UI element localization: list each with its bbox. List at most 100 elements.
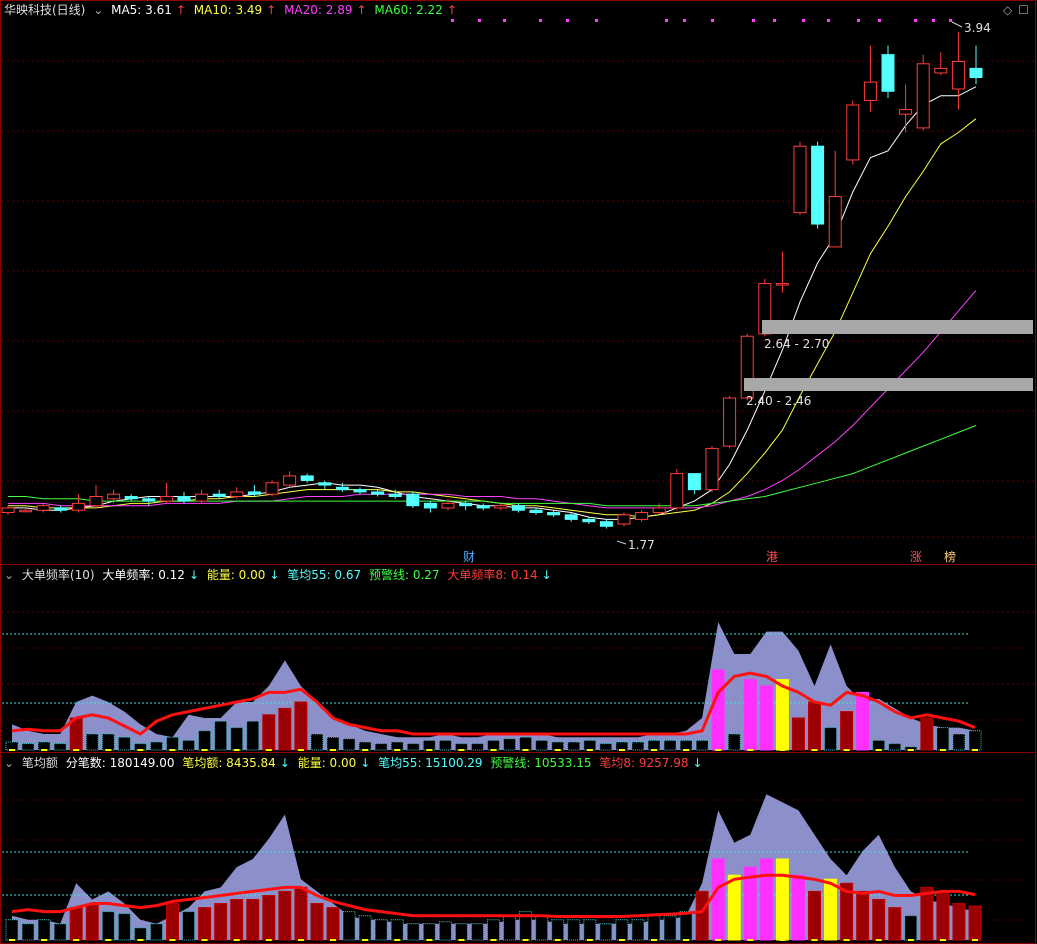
indicator-bar — [406, 743, 420, 751]
indicator-bar — [920, 717, 934, 751]
candle-body — [142, 498, 156, 502]
indicator-bar — [101, 733, 115, 751]
indicator-bar — [101, 911, 115, 941]
price-zone-lower — [744, 378, 1033, 391]
baseline-tick — [811, 939, 818, 941]
ma10-line — [8, 118, 977, 518]
indicator-menu-icon[interactable]: ⌄ — [93, 3, 103, 17]
high-label: 3.94 — [964, 21, 991, 35]
indicator-bar — [759, 685, 773, 751]
indicator-bar — [182, 739, 196, 751]
indicator-bar — [759, 858, 773, 941]
baseline-tick — [201, 939, 208, 941]
indicator-bar — [310, 903, 324, 941]
ma20-value: MA20: 2.89 — [284, 3, 353, 17]
candle-body — [459, 502, 473, 507]
up-arrow-icon: ↑ — [266, 3, 277, 17]
candle-body — [635, 512, 649, 520]
indicator-bar — [551, 919, 565, 941]
indicator1-value-energy: 能量: 0.00 — [206, 568, 266, 582]
stock-title: 华映科技(日线) — [4, 3, 86, 17]
down-arrow-icon: ↓ — [360, 756, 371, 770]
price-zone-lower-label: 2.40 - 2.46 — [746, 394, 811, 408]
baseline-tick — [169, 939, 176, 941]
indicator-bar — [888, 907, 902, 941]
candle-body — [705, 447, 719, 491]
candle-body — [388, 493, 402, 498]
indicator-bar — [615, 919, 629, 941]
indicator-bar — [968, 905, 982, 941]
indicator-bar — [840, 711, 854, 751]
indicator-bar — [856, 691, 870, 751]
candle-body — [335, 486, 349, 491]
indicator-bar — [166, 903, 179, 941]
indicator2-value-avg8: 笔均8: 9257.98 — [599, 756, 689, 770]
indicator-bar — [663, 915, 677, 941]
candle-body — [476, 505, 490, 509]
indicator2-chart — [2, 794, 982, 941]
down-arrow-icon: ↓ — [692, 756, 703, 770]
baseline-tick — [426, 749, 433, 751]
indicator1-menu-icon[interactable]: ⌄ — [4, 568, 14, 582]
indicator-bar — [904, 915, 918, 941]
down-arrow-icon: ↓ — [541, 568, 552, 582]
candle-body — [599, 521, 613, 527]
indicator-bar — [856, 890, 870, 941]
baseline-tick — [490, 939, 497, 941]
indicator-bar — [727, 874, 741, 941]
candle-body — [195, 493, 209, 502]
candle-body — [547, 512, 561, 516]
candle-body — [951, 61, 965, 90]
up-arrow-icon: ↑ — [446, 3, 457, 17]
indicator-bar — [69, 907, 83, 941]
indicator-bar — [149, 923, 163, 941]
baseline-tick — [618, 749, 625, 751]
baseline-tick — [683, 939, 690, 941]
indicator-bar — [615, 741, 629, 751]
candle-body — [916, 63, 930, 129]
indicator-bar — [824, 878, 838, 941]
ma10-value: MA10: 3.49 — [193, 3, 263, 17]
ma60-line — [8, 425, 977, 507]
indicator1-value-freq: 大单频率: 0.12 — [102, 568, 185, 582]
baseline-tick — [41, 939, 48, 941]
indicator-bar — [952, 903, 966, 941]
candle-body — [177, 496, 191, 502]
indicator-bar — [695, 739, 709, 751]
indicator-bar — [503, 915, 517, 941]
indicator-bar — [503, 738, 517, 751]
candle-body — [969, 67, 983, 79]
indicator-bar — [647, 915, 661, 941]
candle-body — [107, 493, 121, 500]
indicator-bar — [487, 739, 500, 751]
candle-body — [881, 54, 895, 92]
indicator-bar — [519, 736, 533, 751]
candle-body — [124, 496, 138, 500]
indicator1-value-warning: 预警线: 0.27 — [368, 568, 440, 582]
event-marker-gang: 港 — [766, 550, 778, 564]
indicator2-header: ⌄ 笔均额 分笔数: 180149.00 笔均额: 8435.84 ↓ 能量: 0… — [4, 754, 707, 772]
baseline-tick — [73, 939, 80, 941]
close-icon[interactable]: ☐ — [1018, 3, 1029, 17]
indicator-bar — [53, 743, 67, 751]
indicator-bar — [422, 923, 436, 941]
indicator-bar — [791, 874, 805, 941]
indicator-bar — [374, 743, 388, 751]
baseline-tick — [137, 749, 144, 751]
indicator-bar — [791, 717, 805, 751]
candle-body — [687, 473, 701, 491]
baseline-tick — [843, 749, 850, 751]
indicator2-menu-icon[interactable]: ⌄ — [4, 756, 14, 770]
chart-canvas: 2.64 - 2.70 2.40 - 2.46 3.94 1.77 财 港 涨 … — [0, 0, 1036, 944]
indicator-bar — [808, 701, 821, 751]
indicator-bar — [454, 923, 468, 941]
indicator-bar — [214, 720, 228, 751]
settings-icon[interactable]: ◇ — [1003, 3, 1012, 17]
candle-body — [582, 518, 596, 523]
candle-body — [775, 283, 789, 286]
indicator-bar — [583, 739, 597, 751]
event-marker-bang: 榜 — [944, 549, 956, 564]
baseline-tick — [522, 749, 529, 751]
baseline-tick — [843, 939, 850, 941]
baseline-tick — [715, 749, 722, 751]
